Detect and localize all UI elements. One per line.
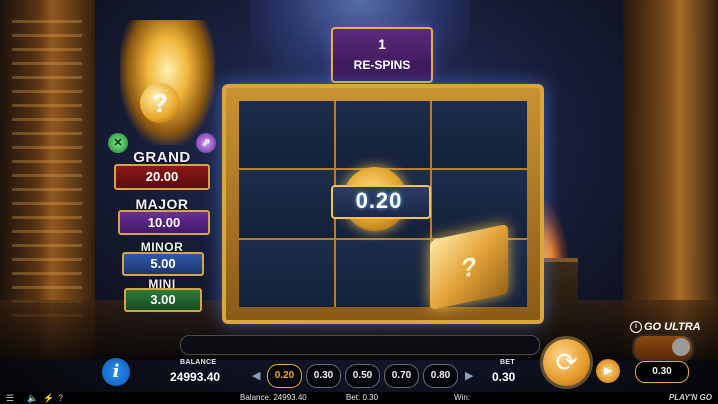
autoplay-button[interactable]: ▶ [596, 359, 620, 383]
bet-increase-icon[interactable]: ▶ [465, 369, 473, 382]
info-small-icon[interactable]: i [630, 321, 642, 334]
hieroglyph-wall [12, 20, 82, 320]
go-ultra-toggle[interactable] [632, 334, 694, 362]
respins-label: RE-SPINS [353, 58, 411, 72]
help-icon[interactable]: ? [58, 392, 63, 404]
coin-symbol: 0.20 [331, 167, 431, 231]
mini-jackpot-value: 3.00 [124, 288, 202, 312]
bet-option-1[interactable]: 0.30 [306, 364, 341, 388]
minor-jackpot-value: 5.00 [122, 252, 204, 276]
grid-cell [335, 239, 431, 307]
respins-count: 1 [378, 36, 386, 52]
toggle-knob [672, 338, 690, 356]
go-ultra-label: GO ULTRA [644, 321, 701, 333]
grid-cell [239, 101, 334, 169]
turbo-icon[interactable]: ⚡ [43, 392, 54, 404]
grid-cell [239, 170, 334, 238]
bet-option-0[interactable]: 0.20 [267, 364, 302, 388]
grid-cell [335, 101, 431, 169]
bet-label: BET [500, 359, 515, 366]
bet-option-3[interactable]: 0.70 [384, 364, 419, 388]
grid-cell [432, 101, 527, 169]
provider-logo: PLAY'N GO [668, 393, 712, 402]
grid-cell [432, 170, 527, 238]
grand-jackpot-value: 20.00 [114, 164, 210, 190]
info-button[interactable]: i [102, 358, 130, 386]
spin-arrows-icon: ⟳ [555, 347, 578, 377]
bet-option-2[interactable]: 0.50 [345, 364, 380, 388]
bet-value: 0.30 [492, 370, 516, 384]
spin-button[interactable]: ⟳ [543, 339, 590, 386]
bet-option-4[interactable]: 0.80 [423, 364, 458, 388]
message-bar [180, 335, 540, 355]
major-jackpot-value: 10.00 [118, 210, 210, 235]
balance-label: BALANCE [180, 359, 217, 366]
bet-decrease-icon[interactable]: ◀ [252, 369, 260, 382]
go-ultra-badge: i GO ULTRA [630, 321, 701, 334]
status-bar: ☰ 🔈 ⚡ ? Balance: 24993.40 Bet: 0.30 Win:… [0, 392, 718, 404]
menu-icon[interactable]: ☰ [6, 392, 14, 404]
sound-icon[interactable]: 🔈 [27, 392, 38, 404]
status-win: Win: [454, 393, 470, 402]
anubis-idol [120, 20, 215, 145]
status-bet: Bet: 0.30 [346, 393, 379, 402]
grid-cell [239, 239, 334, 307]
balance-value: 24993.40 [170, 370, 221, 384]
mystery-orb-icon: ? [140, 83, 180, 123]
coin-value: 0.20 [355, 188, 403, 213]
status-balance: Balance: 24993.40 [240, 393, 307, 402]
respins-counter: 1 RE-SPINS [331, 27, 433, 83]
go-ultra-value[interactable]: 0.30 [635, 361, 689, 383]
